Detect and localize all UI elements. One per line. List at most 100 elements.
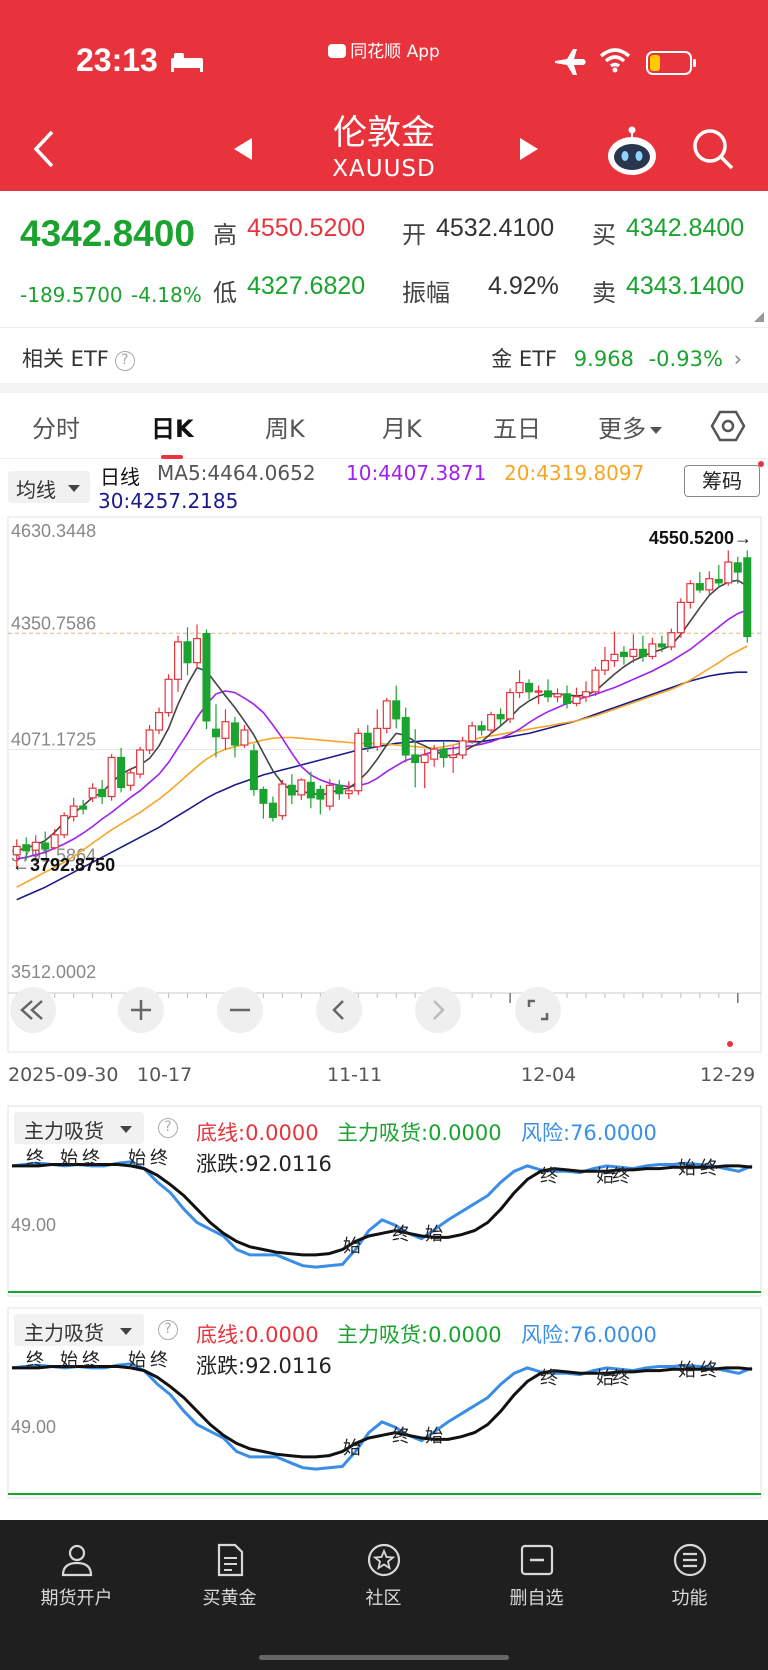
person-icon bbox=[61, 1544, 92, 1577]
tab-intraday[interactable]: 分时 bbox=[32, 409, 80, 444]
kline-chart[interactable]: 4630.34484350.75864071.17253791.58643512… bbox=[0, 515, 768, 1055]
candle bbox=[667, 628, 676, 651]
sell-label: 卖 bbox=[592, 279, 616, 307]
buy-label: 买 bbox=[592, 221, 616, 249]
scroll-left-button[interactable] bbox=[316, 987, 362, 1033]
nav-futures-account[interactable]: 期货开户 bbox=[0, 1520, 153, 1620]
candle-body bbox=[515, 682, 524, 694]
candle-body bbox=[325, 784, 334, 807]
nav-functions[interactable]: 功能 bbox=[613, 1520, 766, 1620]
help-icon[interactable]: ? bbox=[114, 351, 135, 371]
candle-body bbox=[449, 754, 458, 759]
candle bbox=[221, 709, 230, 750]
tab-monthly-k[interactable]: 月K bbox=[382, 409, 422, 444]
candle bbox=[714, 564, 723, 588]
community-icon bbox=[367, 1543, 400, 1577]
chip-distribution-button[interactable]: 筹码 bbox=[684, 465, 760, 497]
next-instrument-icon[interactable] bbox=[514, 134, 544, 164]
tab-daily-k[interactable]: 日K bbox=[151, 409, 194, 444]
candle-body bbox=[363, 732, 372, 748]
candle bbox=[192, 624, 202, 669]
nav-buy-gold[interactable]: 买黄金 bbox=[153, 1520, 306, 1620]
candle bbox=[174, 635, 183, 692]
candle-body bbox=[544, 690, 553, 698]
candle bbox=[155, 707, 164, 735]
high-value: 4550.5200 bbox=[247, 214, 366, 242]
candle-body bbox=[69, 805, 78, 818]
fullscreen-button[interactable] bbox=[515, 987, 561, 1033]
candle-body bbox=[268, 802, 277, 818]
candle bbox=[164, 674, 173, 717]
candle bbox=[619, 646, 628, 665]
candle-body bbox=[638, 648, 647, 658]
chevron-left-icon bbox=[332, 1000, 344, 1020]
candle-body bbox=[468, 725, 477, 742]
candle-body bbox=[230, 722, 239, 746]
settings-hexagon-icon[interactable] bbox=[710, 408, 746, 444]
scroll-end-dot bbox=[727, 1041, 733, 1047]
candle-body bbox=[392, 700, 401, 720]
candle bbox=[420, 749, 429, 789]
app-header: 23:13 同花顺 App 伦敦金 XAUUSD bbox=[0, 0, 768, 191]
indicator-chart[interactable]: 49.00终始终始终始终 始终 始终始终 bbox=[0, 1306, 768, 1500]
candle-body bbox=[211, 728, 220, 738]
indicator-series-line bbox=[11, 1362, 753, 1471]
scroll-right-button[interactable] bbox=[415, 987, 461, 1033]
low-value: 4327.6820 bbox=[247, 272, 366, 300]
zoom-in-button[interactable] bbox=[118, 987, 164, 1033]
robot-assistant-icon[interactable] bbox=[604, 124, 660, 178]
ma5-line bbox=[16, 579, 748, 852]
tab-weekly-k[interactable]: 周K bbox=[265, 409, 305, 444]
buy-value: 4342.8400 bbox=[626, 214, 745, 242]
candle bbox=[79, 799, 88, 815]
date-label: 12-29 bbox=[700, 1064, 756, 1086]
candle-body bbox=[60, 815, 69, 836]
candle-body bbox=[31, 841, 40, 851]
signal-marker: 终 bbox=[540, 1166, 558, 1186]
candle-body bbox=[619, 651, 628, 658]
zoom-out-button[interactable] bbox=[217, 987, 263, 1033]
ma-type-select[interactable]: 均线 bbox=[8, 471, 90, 503]
candle bbox=[581, 681, 590, 703]
candle bbox=[392, 685, 401, 729]
tab-five-day[interactable]: 五日 bbox=[493, 409, 541, 444]
candle bbox=[126, 768, 135, 791]
candle-body bbox=[164, 678, 173, 714]
collapse-left-button[interactable] bbox=[10, 987, 56, 1033]
indicator-chart[interactable]: 49.00终始终始终始终 始终 始终始终 bbox=[0, 1104, 768, 1298]
candle-body bbox=[667, 632, 676, 648]
nav-community[interactable]: 社区 bbox=[307, 1520, 460, 1620]
ma30-value: 30:4257.2185 bbox=[98, 489, 239, 513]
signal-marker: 始 bbox=[60, 1350, 78, 1370]
fullscreen-icon bbox=[527, 999, 549, 1021]
candle-body bbox=[155, 711, 164, 731]
candle bbox=[306, 771, 315, 809]
tab-more[interactable]: 更多 bbox=[598, 409, 662, 444]
expand-corner-icon[interactable] bbox=[754, 312, 764, 322]
candle-body bbox=[733, 562, 742, 573]
etf-quote[interactable]: 金 ETF 9.968 -0.93% › bbox=[491, 343, 742, 373]
nav-remove-watchlist[interactable]: 删自选 bbox=[460, 1520, 613, 1620]
signal-marker: 终 bbox=[612, 1368, 630, 1388]
candle bbox=[733, 556, 742, 584]
candle bbox=[202, 629, 211, 730]
date-label: 10-17 bbox=[137, 1064, 193, 1086]
candle bbox=[297, 778, 306, 800]
candle-body bbox=[600, 659, 609, 671]
price-change-pct: -4.18% bbox=[131, 283, 202, 307]
candle bbox=[344, 781, 353, 800]
related-etf-bar[interactable]: 相关 ETF? 金 ETF 9.968 -0.93% › bbox=[0, 327, 768, 383]
signal-marker: 始 bbox=[343, 1438, 361, 1458]
minus-icon bbox=[230, 1008, 250, 1012]
candle bbox=[230, 716, 239, 758]
candle-body bbox=[183, 641, 192, 664]
search-icon[interactable] bbox=[690, 126, 736, 172]
app-logo-icon bbox=[328, 44, 347, 58]
indicator-frame bbox=[7, 1307, 762, 1499]
nav-label: 买黄金 bbox=[202, 1588, 257, 1609]
sell-value: 4343.1400 bbox=[626, 272, 745, 300]
candle bbox=[591, 666, 600, 696]
candle-body bbox=[192, 637, 202, 664]
amplitude-label: 振幅 bbox=[402, 279, 450, 307]
candle bbox=[249, 743, 258, 796]
